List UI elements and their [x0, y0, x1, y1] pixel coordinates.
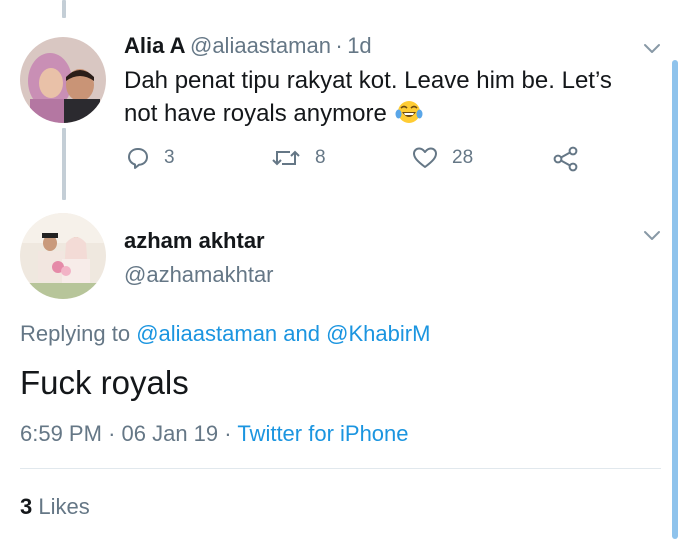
meta-separator: · [224, 421, 232, 446]
heart-icon [412, 146, 438, 170]
meta-separator: · [108, 421, 116, 446]
scrollbar[interactable] [672, 60, 678, 539]
tweet-text-line: Dah penat tipu rakyat kot. Leave him be.… [124, 67, 612, 94]
share-icon[interactable] [553, 146, 579, 177]
chevron-down-icon[interactable] [643, 42, 661, 60]
tweet-date[interactable]: 06 Jan 19 [122, 421, 219, 446]
thread-line-bottom [62, 128, 66, 200]
reply-action[interactable]: 3 [126, 146, 175, 170]
author-handle[interactable]: @aliaastaman [190, 33, 331, 58]
author-name[interactable]: Alia A [124, 33, 186, 58]
tweet-text-line: not have royals anymore [124, 97, 654, 134]
separator: · [335, 33, 343, 58]
avatar-azham[interactable] [20, 213, 106, 299]
avatar-alia[interactable] [20, 37, 106, 123]
tweet-text-line2: not have royals anymore [124, 100, 387, 127]
thread-line-top [62, 0, 66, 18]
likes-count: 3 [20, 494, 33, 519]
tears-of-joy-emoji-icon [395, 99, 423, 134]
author-name[interactable]: azham akhtar [124, 228, 265, 254]
retweet-action[interactable]: 8 [271, 146, 326, 170]
replying-to: Replying to @aliaastaman and @KhabirM [20, 321, 430, 347]
tweet-source-link[interactable]: Twitter for iPhone [237, 421, 408, 446]
reply-icon [126, 146, 150, 170]
reply-count: 3 [164, 147, 175, 168]
reply-user-link[interactable]: @aliaastaman [136, 321, 277, 346]
parent-tweet-text: Dah penat tipu rakyat kot. Leave him be.… [124, 64, 654, 134]
tweet-time[interactable]: 6:59 PM [20, 421, 102, 446]
retweet-icon [271, 146, 301, 170]
parent-tweet-header: Alia A @aliaastaman · 1d [124, 33, 372, 59]
reply-user-link[interactable]: @KhabirM [326, 321, 430, 346]
retweet-count: 8 [315, 147, 326, 168]
likes-count-link[interactable]: 3 Likes [20, 494, 90, 520]
tweet-meta: 6:59 PM · 06 Jan 19 · Twitter for iPhone [20, 421, 409, 447]
author-handle[interactable]: @azhamakhtar [124, 262, 274, 288]
like-action[interactable]: 28 [412, 146, 473, 170]
main-tweet-text: Fuck royals [20, 364, 189, 401]
replying-to-label: Replying to [20, 321, 131, 346]
likes-label: Likes [38, 494, 90, 519]
divider [20, 468, 661, 469]
tweet-time-ago[interactable]: 1d [347, 33, 371, 58]
chevron-down-icon[interactable] [643, 229, 661, 247]
like-count: 28 [452, 147, 474, 168]
reply-and[interactable]: and [283, 321, 320, 346]
